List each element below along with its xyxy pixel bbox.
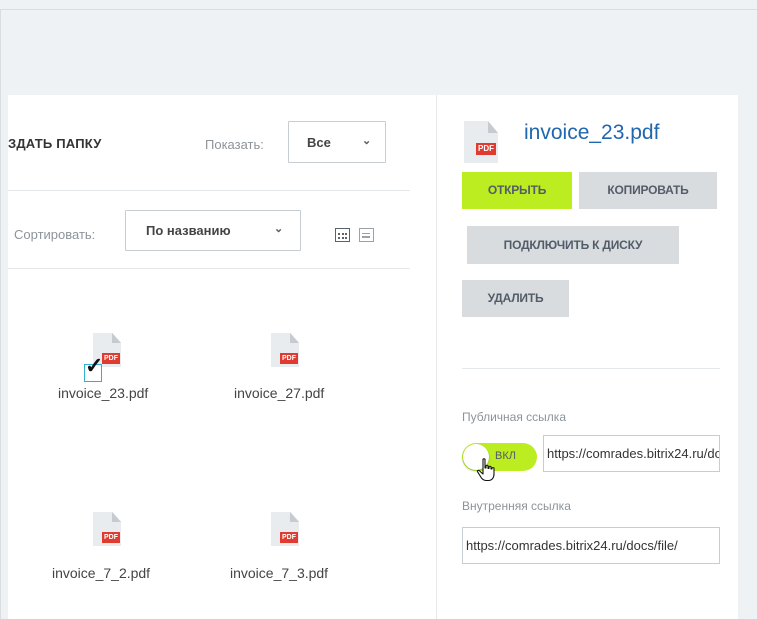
internal-link-field[interactable]: https://comrades.bitrix24.ru/docs/file/ — [462, 527, 720, 564]
open-button[interactable]: ОТКРЫТЬ — [462, 172, 572, 209]
sort-label: Сортировать: — [14, 227, 96, 242]
show-filter-value: Все — [307, 135, 331, 150]
public-link-toggle[interactable]: ВКЛ — [462, 443, 537, 471]
delete-button[interactable]: УДАЛИТЬ — [462, 280, 569, 317]
pdf-file-icon[interactable]: PDF — [271, 512, 299, 548]
public-link-field[interactable]: https://comrades.bitrix24.ru/docs/pub/ — [543, 435, 720, 472]
details-divider — [462, 368, 720, 369]
checkmark-icon: ✓ — [85, 353, 104, 378]
toggle-label: ВКЛ — [495, 450, 516, 462]
file-name[interactable]: invoice_23.pdf — [58, 385, 148, 401]
chevron-down-icon: ⌄ — [274, 223, 284, 235]
create-folder-button[interactable]: ЗДАТЬ ПАПКУ — [8, 136, 102, 151]
toolbar-divider — [8, 190, 410, 191]
pdf-file-icon[interactable]: PDF — [271, 333, 299, 369]
top-header-area — [0, 0, 757, 95]
sort-divider — [8, 268, 410, 269]
pdf-badge: PDF — [280, 532, 298, 543]
show-filter-select[interactable]: Все ⌄ — [288, 121, 386, 163]
pdf-badge: PDF — [102, 532, 120, 543]
show-filter-label: Показать: — [205, 137, 264, 152]
copy-button[interactable]: КОПИРОВАТЬ — [579, 172, 717, 209]
pdf-badge: PDF — [280, 353, 298, 364]
public-link-label: Публичная ссылка — [462, 410, 566, 424]
file-name[interactable]: invoice_27.pdf — [234, 385, 324, 401]
grid-view-icon[interactable] — [335, 228, 350, 242]
left-edge-divider — [0, 9, 1, 619]
chevron-down-icon: ⌄ — [362, 135, 372, 147]
internal-link-label: Внутренняя ссылка — [462, 499, 571, 513]
connect-to-disk-button[interactable]: ПОДКЛЮЧИТЬ К ДИСКУ — [467, 226, 679, 264]
pdf-file-icon[interactable]: PDF — [93, 512, 121, 548]
file-title-link[interactable]: invoice_23.pdf — [524, 121, 659, 145]
top-divider — [0, 9, 757, 10]
list-view-icon[interactable] — [359, 228, 374, 242]
file-name[interactable]: invoice_7_3.pdf — [230, 565, 328, 581]
panel-divider — [436, 95, 437, 619]
toggle-knob — [463, 444, 489, 470]
sort-value: По названию — [146, 223, 231, 238]
sort-select[interactable]: По названию ⌄ — [125, 210, 301, 251]
file-name[interactable]: invoice_7_2.pdf — [52, 565, 150, 581]
pdf-file-icon: PDF — [464, 121, 502, 163]
pdf-badge: PDF — [476, 143, 496, 155]
pdf-badge: PDF — [102, 353, 120, 364]
